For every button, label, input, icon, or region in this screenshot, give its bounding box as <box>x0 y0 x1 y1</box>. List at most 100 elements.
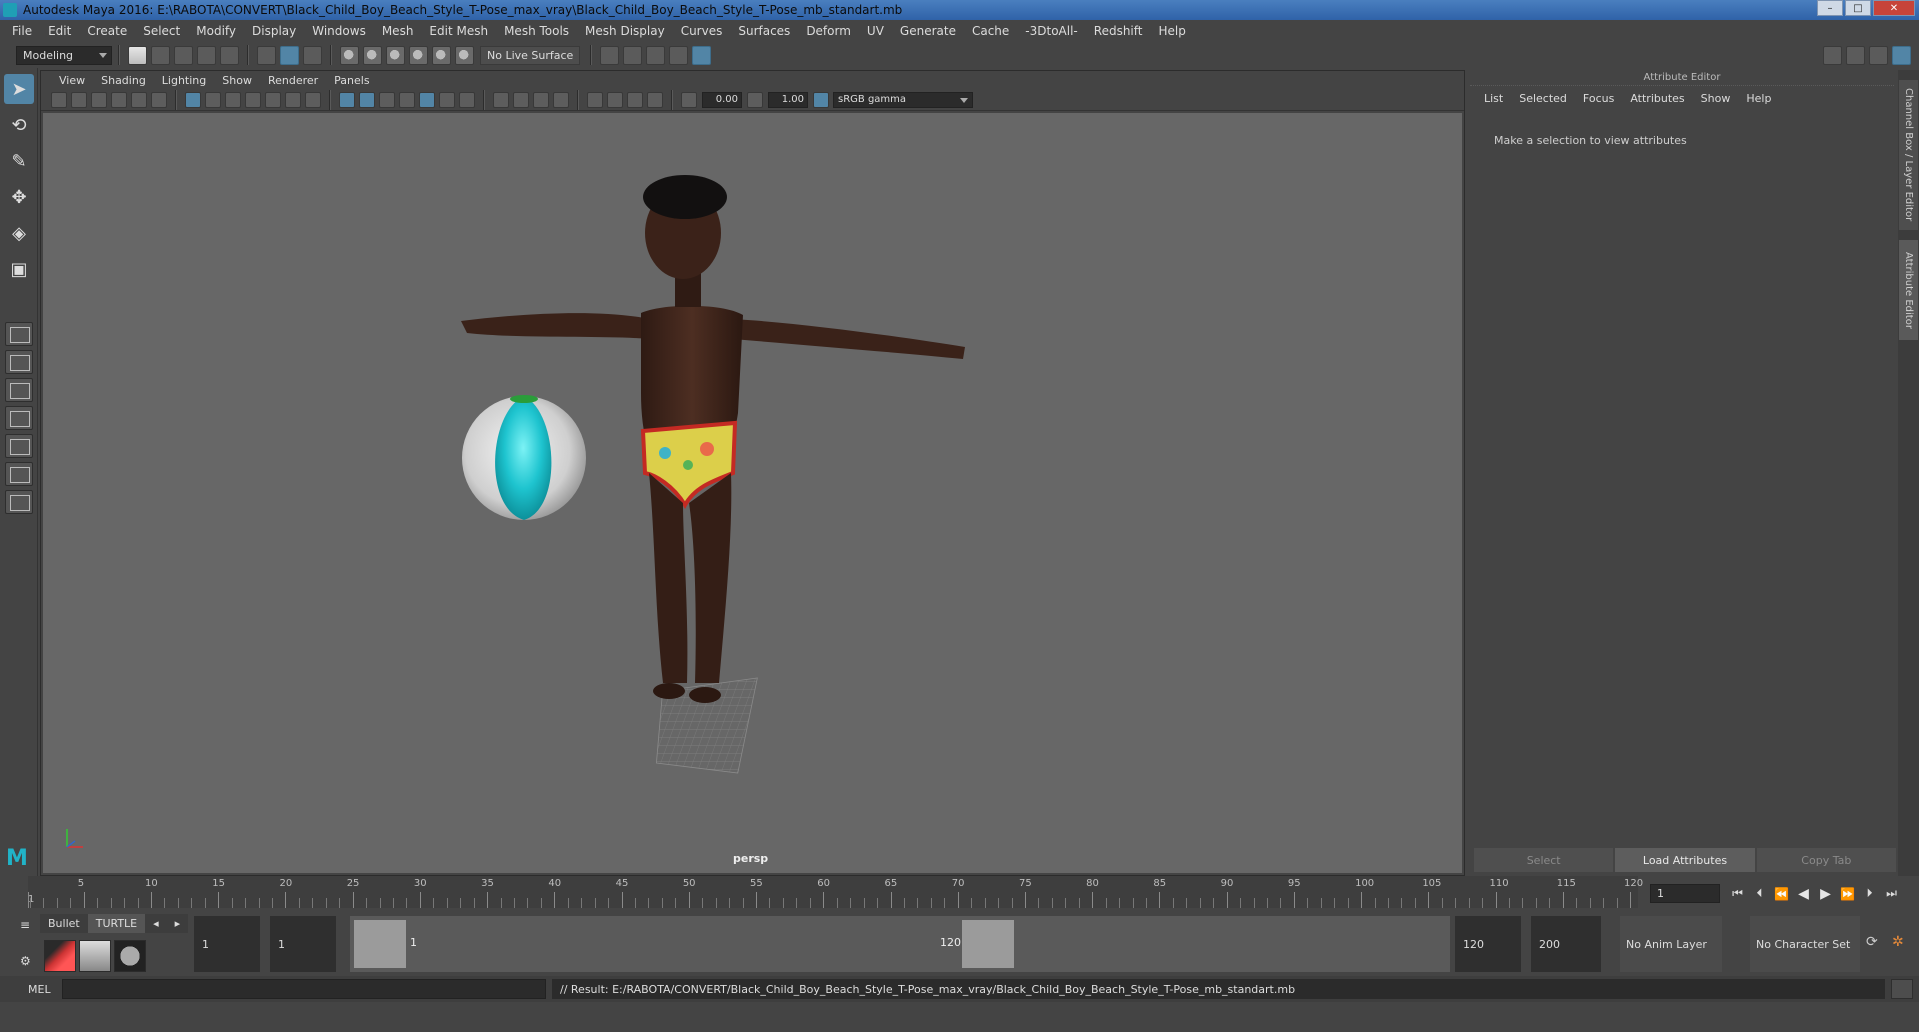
animation-end-field[interactable]: 200 <box>1531 916 1601 972</box>
step-forward-frame-icon[interactable]: ⏩ <box>1838 884 1857 903</box>
ae-menu-show[interactable]: Show <box>1693 92 1739 105</box>
menu-modify[interactable]: Modify <box>188 24 244 38</box>
step-back-frame-icon[interactable]: ⏪ <box>1772 884 1791 903</box>
menu-display[interactable]: Display <box>244 24 304 38</box>
render-settings-icon[interactable] <box>600 45 620 65</box>
menu-edit[interactable]: Edit <box>40 24 79 38</box>
go-to-end-icon[interactable]: ⏭ <box>1882 884 1901 903</box>
color-management-icon[interactable] <box>813 91 829 108</box>
ae-menu-selected[interactable]: Selected <box>1511 92 1575 105</box>
snap-point-icon[interactable] <box>386 45 405 65</box>
use-all-lights-icon[interactable] <box>439 91 455 108</box>
3d-viewport-canvas[interactable]: persp <box>43 113 1462 873</box>
menu-mesh[interactable]: Mesh <box>374 24 422 38</box>
menu-mesh-display[interactable]: Mesh Display <box>577 24 673 38</box>
single-perspective-layout-icon[interactable] <box>5 322 33 346</box>
animation-preferences-icon[interactable]: ✲ <box>1892 934 1904 950</box>
select-component-icon[interactable] <box>303 45 322 65</box>
play-forward-icon[interactable]: ▶ <box>1816 884 1835 903</box>
mel-label[interactable]: MEL <box>0 983 62 996</box>
script-editor-icon[interactable] <box>1891 979 1913 999</box>
viewport-menu-shading[interactable]: Shading <box>93 74 154 87</box>
range-start-handle[interactable] <box>354 920 406 968</box>
tool-settings-icon[interactable] <box>1869 46 1888 65</box>
menu-cache[interactable]: Cache <box>964 24 1017 38</box>
gamma-icon[interactable] <box>747 91 763 108</box>
snap-view-plane-icon[interactable] <box>409 45 428 65</box>
menu-surfaces[interactable]: Surfaces <box>730 24 798 38</box>
step-back-key-icon[interactable]: ⏴ <box>1750 884 1769 903</box>
undo-icon[interactable] <box>197 45 216 65</box>
range-slider-bar[interactable]: 1 120 <box>350 916 1450 972</box>
viewport-menu-lighting[interactable]: Lighting <box>154 74 214 87</box>
step-forward-key-icon[interactable]: ⏵ <box>1860 884 1879 903</box>
shelf-tab-bullet[interactable]: Bullet <box>40 914 88 933</box>
wireframe-on-shaded-icon[interactable] <box>399 91 415 108</box>
ae-menu-attributes[interactable]: Attributes <box>1622 92 1692 105</box>
menu-set-dropdown[interactable]: Modeling <box>16 45 112 65</box>
hypershade-layout-icon[interactable] <box>5 434 33 458</box>
load-attributes-button[interactable]: Load Attributes <box>1615 848 1755 872</box>
range-end-handle[interactable] <box>962 920 1014 968</box>
auto-key-icon[interactable]: ⟳ <box>1866 934 1878 950</box>
safe-title-icon[interactable] <box>305 91 321 108</box>
xray-components-icon[interactable] <box>647 91 663 108</box>
persp-uv-layout-icon[interactable] <box>5 462 33 486</box>
xray-joints-icon[interactable] <box>627 91 643 108</box>
gate-mask-icon[interactable] <box>245 91 261 108</box>
channel-box-toggle-icon[interactable] <box>1892 46 1911 65</box>
current-frame-field[interactable]: 1 <box>1650 884 1720 903</box>
image-plane-icon[interactable] <box>111 91 127 108</box>
xray-icon[interactable] <box>607 91 623 108</box>
screen-space-ao-icon[interactable] <box>493 91 509 108</box>
anti-aliasing-icon[interactable] <box>533 91 549 108</box>
animation-start-field[interactable]: 1 <box>194 916 260 972</box>
go-to-start-icon[interactable]: ⏮ <box>1728 884 1747 903</box>
rotate-tool-icon[interactable]: ◈ <box>4 218 34 248</box>
wireframe-icon[interactable] <box>339 91 355 108</box>
motion-blur-icon[interactable] <box>513 91 529 108</box>
menu-generate[interactable]: Generate <box>892 24 964 38</box>
snap-surface-icon[interactable] <box>455 45 474 65</box>
bookmark-icon[interactable] <box>91 91 107 108</box>
menu-redshift[interactable]: Redshift <box>1086 24 1151 38</box>
shadows-icon[interactable] <box>459 91 475 108</box>
film-gate-icon[interactable] <box>205 91 221 108</box>
menu-3dtoall[interactable]: -3DtoAll- <box>1017 24 1085 38</box>
four-view-layout-icon[interactable] <box>5 350 33 374</box>
shelf-scroll-right-icon[interactable]: ▸ <box>166 914 189 933</box>
snap-curve-icon[interactable] <box>363 45 382 65</box>
default-material-icon[interactable] <box>379 91 395 108</box>
isolate-select-icon[interactable] <box>587 91 603 108</box>
tab-attribute-editor[interactable]: Attribute Editor <box>1899 240 1918 340</box>
menu-edit-mesh[interactable]: Edit Mesh <box>421 24 496 38</box>
attribute-editor-toggle-icon[interactable] <box>1846 46 1865 65</box>
minimize-button[interactable]: – <box>1817 0 1843 16</box>
menu-help[interactable]: Help <box>1150 24 1193 38</box>
move-tool-icon[interactable]: ✥ <box>4 182 34 212</box>
character-set-dropdown[interactable]: No Character Set <box>1750 916 1860 972</box>
persp-graph-layout-icon[interactable] <box>5 406 33 430</box>
shelf-options-icon[interactable]: ≡ <box>20 918 30 932</box>
field-chart-icon[interactable] <box>265 91 281 108</box>
2d-pan-zoom-icon[interactable] <box>151 91 167 108</box>
menu-deform[interactable]: Deform <box>798 24 859 38</box>
turtle-bake-icon[interactable] <box>79 940 111 972</box>
render-frame-icon[interactable] <box>623 45 643 65</box>
exposure-icon[interactable] <box>681 91 697 108</box>
shelf-scroll-left-icon[interactable]: ◂ <box>145 914 167 933</box>
select-hierarchy-icon[interactable] <box>257 45 276 65</box>
copy-tab-button[interactable]: Copy Tab <box>1756 848 1896 872</box>
lasso-tool-icon[interactable]: ⟲ <box>4 110 34 140</box>
select-tool-icon[interactable]: ➤ <box>4 74 34 104</box>
snap-live-icon[interactable] <box>432 45 451 65</box>
render-view-icon[interactable] <box>669 45 689 65</box>
select-object-icon[interactable] <box>280 45 299 65</box>
viewport-menu-renderer[interactable]: Renderer <box>260 74 326 87</box>
menu-create[interactable]: Create <box>79 24 135 38</box>
safe-action-icon[interactable] <box>285 91 301 108</box>
command-input[interactable] <box>62 979 546 999</box>
turtle-render-icon[interactable] <box>44 940 76 972</box>
time-slider-track[interactable]: 1 5 10 15 20 25 30 35 40 45 50 55 60 65 70 75 80 85 90 95 1… <box>28 876 1643 908</box>
select-button[interactable]: Select <box>1474 848 1614 872</box>
